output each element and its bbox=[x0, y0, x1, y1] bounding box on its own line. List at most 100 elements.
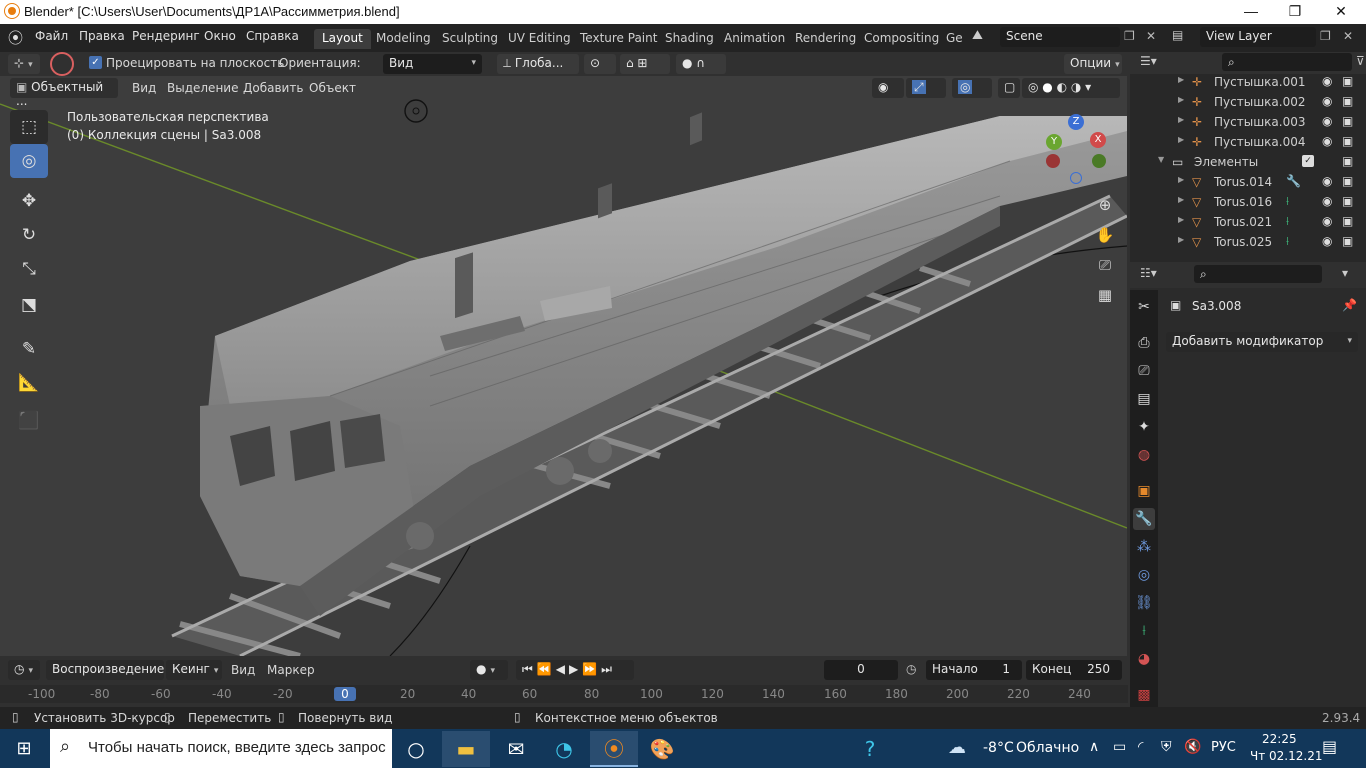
language-indicator[interactable]: РУС bbox=[1211, 740, 1236, 755]
snap-icon[interactable]: ⌂ ⊞ bbox=[620, 54, 670, 74]
eye-icon[interactable]: ◉ bbox=[1322, 74, 1332, 88]
properties-editor-icon[interactable]: ☷▾ bbox=[1140, 266, 1157, 280]
outliner-row[interactable]: ▶ ▽ Torus.021 ⟊ ◉ ▣ bbox=[1130, 212, 1366, 232]
tool-tab-icon[interactable]: ✂ bbox=[1133, 296, 1155, 318]
camera-icon[interactable]: ▣ bbox=[1342, 134, 1353, 148]
viewport-menu-select[interactable]: Выделение bbox=[167, 81, 238, 95]
gizmo-y-axis[interactable]: Y bbox=[1046, 134, 1062, 150]
menu-help[interactable]: Справка bbox=[246, 29, 299, 43]
zoom-icon[interactable]: ⊕ bbox=[1092, 192, 1118, 218]
camera-icon[interactable]: ▣ bbox=[1342, 154, 1353, 168]
outliner-row[interactable]: ▶ ▽ Torus.014 🔧 ◉ ▣ bbox=[1130, 172, 1366, 192]
cursor-tool-icon[interactable] bbox=[50, 52, 74, 76]
tab-compositing[interactable]: Compositing bbox=[856, 29, 947, 49]
menu-edit[interactable]: Правка bbox=[79, 29, 125, 43]
outliner-row[interactable]: ▶ ✛ Пустышка.001 ◉ ▣ bbox=[1130, 74, 1366, 92]
new-view-layer-icon[interactable]: ❐ bbox=[1320, 29, 1331, 43]
pivot-icon[interactable]: ⊙ bbox=[584, 54, 616, 74]
timeline-ruler[interactable]: -100 -80 -60 -40 -20 0 20 40 60 80 100 1… bbox=[0, 685, 1128, 703]
menu-window[interactable]: Окно bbox=[204, 29, 236, 43]
security-shield-icon[interactable]: ⛨ bbox=[1161, 739, 1172, 755]
modifier-tab-icon[interactable]: 🔧 bbox=[1133, 508, 1155, 530]
notifications-icon[interactable]: ▤ bbox=[1322, 737, 1337, 756]
eye-icon[interactable]: ◉ bbox=[1322, 174, 1332, 188]
select-box-tool-icon[interactable]: ⬚ bbox=[10, 110, 48, 144]
viewport-menu-object[interactable]: Объект bbox=[309, 81, 356, 95]
gizmo-neg-z[interactable] bbox=[1070, 172, 1082, 184]
eye-icon[interactable]: ◉ bbox=[1322, 234, 1332, 248]
gizmo-z-axis[interactable]: Z bbox=[1068, 114, 1084, 130]
gizmo-x-axis[interactable]: X bbox=[1090, 132, 1106, 148]
auto-keying-icon[interactable]: ● ▾ bbox=[470, 660, 508, 680]
eye-icon[interactable]: ◉ bbox=[1322, 194, 1332, 208]
filter-icon[interactable]: ⊽ bbox=[1356, 54, 1365, 68]
ortho-grid-icon[interactable]: ▦ bbox=[1092, 282, 1118, 308]
editor-type-icon[interactable]: ⊹ ▾ bbox=[8, 54, 40, 74]
camera-icon[interactable]: ⎚ bbox=[1092, 252, 1118, 278]
texture-tab-icon[interactable]: ▩ bbox=[1133, 684, 1155, 706]
properties-search-input[interactable]: ⌕ bbox=[1194, 265, 1322, 283]
viewport-menu-view[interactable]: Вид bbox=[132, 81, 156, 95]
transform-tool-icon[interactable]: ⬔ bbox=[10, 288, 48, 322]
project-checkbox[interactable]: ✓ bbox=[89, 56, 102, 69]
tab-layout[interactable]: Layout bbox=[314, 29, 371, 49]
rotate-tool-icon[interactable]: ↻ bbox=[10, 218, 48, 252]
measure-tool-icon[interactable]: 📐 bbox=[10, 366, 48, 400]
render-tab-icon[interactable]: ⎙ bbox=[1133, 332, 1155, 354]
playback-controls[interactable]: ⏮⏪◀▶⏩⏭ bbox=[516, 660, 634, 680]
timeline-view-menu[interactable]: Вид bbox=[231, 663, 255, 677]
blender-menu-icon[interactable]: ⦿ bbox=[8, 27, 23, 48]
move-tool-icon[interactable]: ✥ bbox=[10, 184, 48, 218]
battery-icon[interactable]: ▭ bbox=[1113, 739, 1126, 755]
weather-cloud-icon[interactable]: ☁ bbox=[948, 737, 966, 758]
mesh-data-icon[interactable]: ⟊ bbox=[1286, 194, 1289, 209]
gizmo-neg-y[interactable] bbox=[1092, 154, 1106, 168]
camera-icon[interactable]: ▣ bbox=[1342, 74, 1353, 88]
tab-sculpting[interactable]: Sculpting bbox=[434, 29, 506, 49]
eye-icon[interactable]: ◉ bbox=[1322, 94, 1332, 108]
transform-orientation-select[interactable]: ⟂ Глоба... bbox=[497, 54, 579, 74]
tab-shading[interactable]: Shading bbox=[657, 29, 722, 49]
mail-icon[interactable]: ✉ bbox=[492, 731, 540, 767]
pin-icon[interactable]: 📌 bbox=[1342, 298, 1357, 312]
mode-select[interactable]: ▣ Объектный ... bbox=[10, 78, 118, 108]
menu-file[interactable]: Файл bbox=[35, 29, 68, 43]
volume-muted-icon[interactable]: 🔇 bbox=[1184, 739, 1201, 755]
outliner-row[interactable]: ▶ ✛ Пустышка.003 ◉ ▣ bbox=[1130, 112, 1366, 132]
annotate-tool-icon[interactable]: ✎ bbox=[10, 332, 48, 366]
material-tab-icon[interactable]: ◕ bbox=[1133, 648, 1155, 670]
outliner-search-input[interactable]: ⌕ bbox=[1222, 53, 1352, 71]
current-frame-field[interactable]: 0 bbox=[824, 660, 898, 680]
delete-view-layer-icon[interactable]: ✕ bbox=[1343, 29, 1353, 43]
minimize-button[interactable]: — bbox=[1228, 0, 1274, 24]
eye-icon[interactable]: ◉ bbox=[1322, 134, 1332, 148]
view-layer-icon[interactable]: ▤ bbox=[1172, 28, 1183, 42]
navigation-gizmo[interactable]: Z X Y bbox=[1040, 114, 1120, 194]
playback-menu[interactable]: Воспроизведение▾ bbox=[46, 660, 173, 680]
collection-checkbox[interactable]: ✓ bbox=[1302, 155, 1314, 167]
start-windows-icon[interactable]: ⊞ bbox=[0, 731, 48, 767]
mesh-data-icon[interactable]: ⟊ bbox=[1286, 234, 1289, 249]
properties-options-icon[interactable]: ▾ bbox=[1342, 266, 1348, 280]
timeline-marker-menu[interactable]: Маркер bbox=[267, 663, 315, 677]
viewport-menu-add[interactable]: Добавить bbox=[243, 81, 303, 95]
xray-icon[interactable]: ▢ bbox=[998, 78, 1020, 98]
outliner-editor-icon[interactable]: ☰▾ bbox=[1140, 54, 1157, 68]
eye-icon[interactable]: ◉ bbox=[1322, 214, 1332, 228]
scale-tool-icon[interactable]: ⤡ bbox=[10, 252, 48, 286]
scene-tab-icon[interactable]: ✦ bbox=[1133, 416, 1155, 438]
camera-icon[interactable]: ▣ bbox=[1342, 174, 1353, 188]
outliner-row[interactable]: ▶ ✛ Пустышка.004 ◉ ▣ bbox=[1130, 132, 1366, 152]
physics-tab-icon[interactable]: ◎ bbox=[1133, 564, 1155, 586]
help-icon[interactable]: ? bbox=[846, 731, 894, 767]
clock-date[interactable]: Чт 02.12.21 bbox=[1250, 749, 1322, 763]
camera-icon[interactable]: ▣ bbox=[1342, 214, 1353, 228]
scene-field[interactable]: Scene bbox=[1000, 27, 1120, 47]
tab-rendering[interactable]: Rendering bbox=[787, 29, 864, 49]
constraints-tab-icon[interactable]: ⛓ bbox=[1133, 592, 1155, 614]
delete-scene-icon[interactable]: ✕ bbox=[1146, 29, 1156, 43]
outliner-row[interactable]: ▶ ✛ Пустышка.002 ◉ ▣ bbox=[1130, 92, 1366, 112]
timeline-editor-icon[interactable]: ◷ ▾ bbox=[8, 660, 40, 680]
taskbar-search-input[interactable]: ⌕ Чтобы начать поиск, введите здесь запр… bbox=[50, 729, 392, 768]
gizmo-toggle-icon[interactable]: ⤢ bbox=[906, 78, 946, 98]
